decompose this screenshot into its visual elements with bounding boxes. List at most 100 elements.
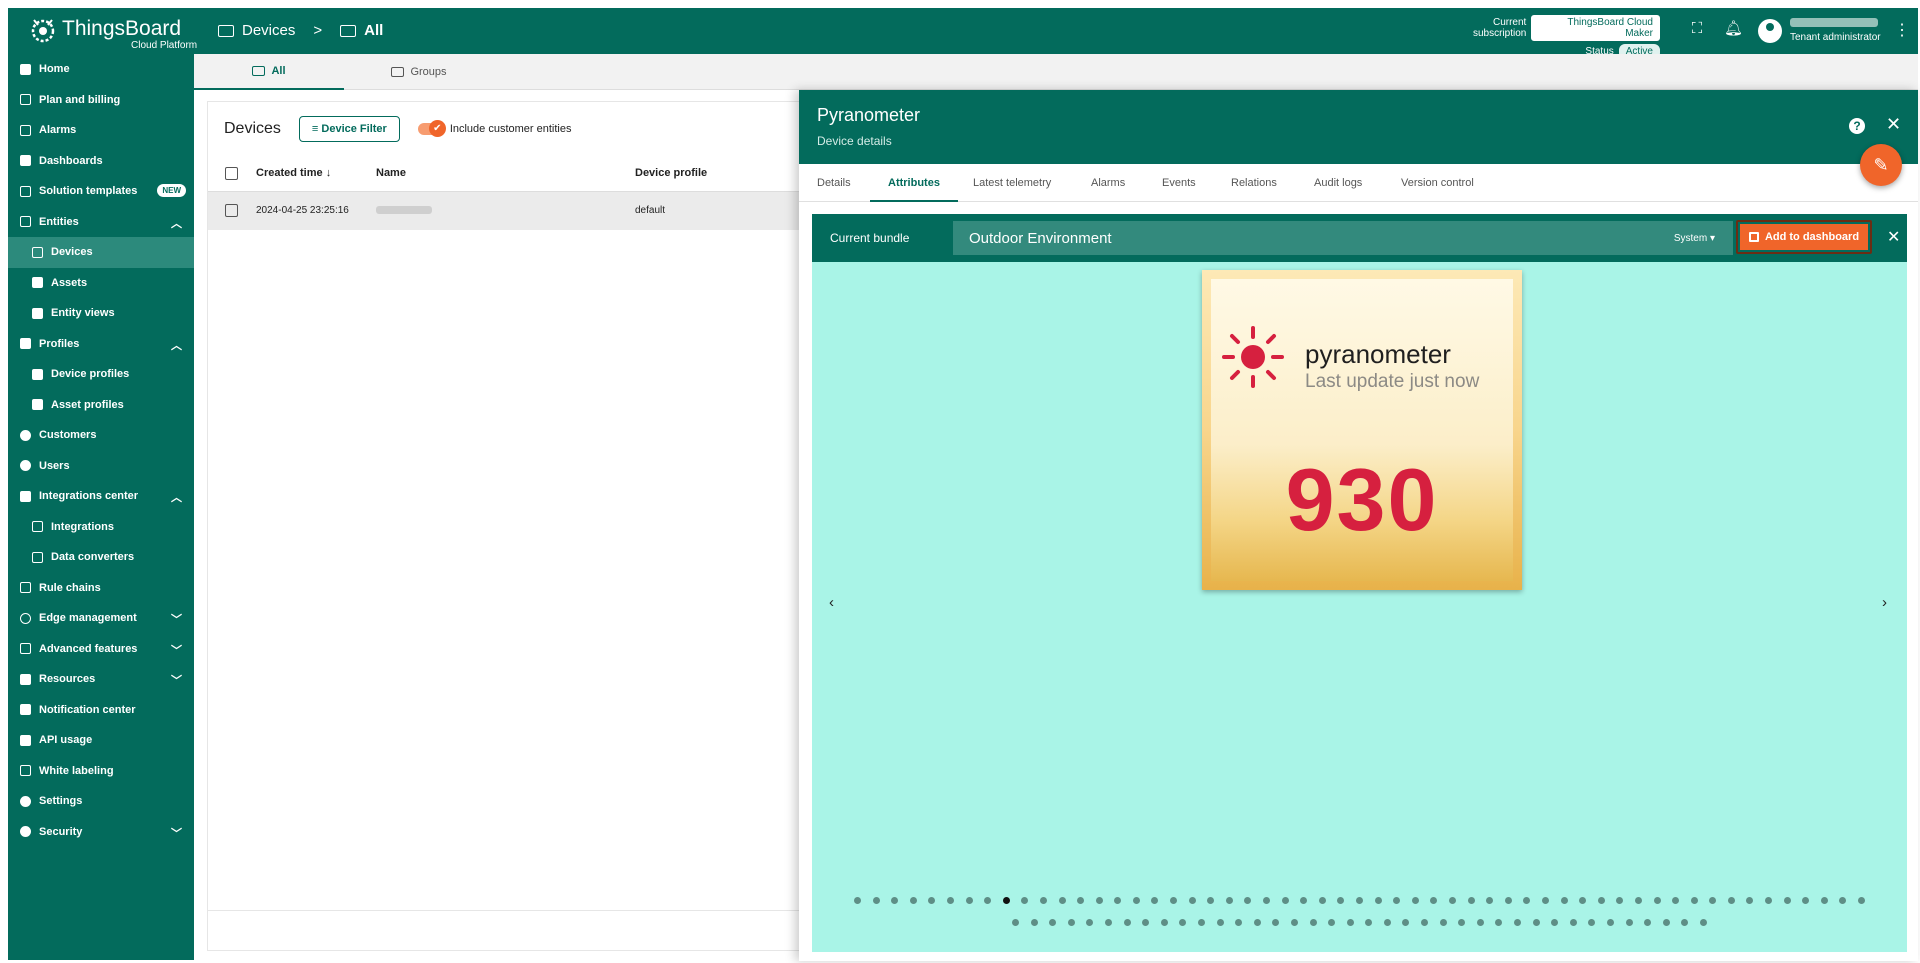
pagination-dot[interactable]: [1765, 897, 1773, 904]
pagination-dot[interactable]: [1346, 919, 1354, 926]
pagination-dot[interactable]: [1486, 897, 1494, 904]
select-all-checkbox[interactable]: [225, 167, 238, 180]
tab-alarms[interactable]: Alarms: [1091, 164, 1125, 202]
sidebar-item-dashboards[interactable]: Dashboards: [8, 146, 194, 177]
logo[interactable]: ThingsBoard Cloud Platform: [28, 14, 198, 51]
pagination-dot[interactable]: [1476, 919, 1484, 926]
pagination-dot[interactable]: [1727, 897, 1735, 904]
pagination-dot[interactable]: [1653, 897, 1661, 904]
sidebar-item-white-labeling[interactable]: White labeling: [8, 756, 194, 787]
sidebar-item-alarms[interactable]: Alarms: [8, 115, 194, 146]
pagination-dot[interactable]: [1365, 919, 1373, 926]
sidebar-item-devices[interactable]: Devices: [8, 237, 194, 268]
sidebar-item-advanced-features[interactable]: Advanced features ﹀: [8, 634, 194, 665]
tab-all[interactable]: All: [194, 54, 344, 90]
pagination-dot[interactable]: [1021, 897, 1029, 904]
chevron-right-icon[interactable]: ›: [1882, 594, 1887, 611]
bundle-select[interactable]: Outdoor Environment System ▾: [953, 221, 1733, 255]
pagination-dot[interactable]: [1058, 897, 1066, 904]
sidebar-item-home[interactable]: Home: [8, 54, 194, 85]
pagination-dot[interactable]: [1374, 897, 1382, 904]
sidebar-item-api-usage[interactable]: API usage: [8, 725, 194, 756]
pagination-dot[interactable]: [1049, 919, 1057, 926]
sidebar-item-entities[interactable]: Entities ︿: [8, 207, 194, 238]
pagination-dot[interactable]: [1458, 919, 1466, 926]
pagination-dot[interactable]: [872, 897, 880, 904]
help-icon[interactable]: ?: [1849, 118, 1865, 134]
subscription-plan[interactable]: ThingsBoard Cloud Maker: [1531, 15, 1660, 41]
pagination-dot[interactable]: [1402, 919, 1410, 926]
pagination-dot[interactable]: [909, 897, 917, 904]
pagination-dot[interactable]: [1607, 919, 1615, 926]
pagination-dot[interactable]: [1002, 897, 1010, 904]
pagination-dot[interactable]: [1709, 897, 1717, 904]
sidebar-item-entity-views[interactable]: Entity views: [8, 298, 194, 329]
pagination-dot[interactable]: [1439, 919, 1447, 926]
pagination-dot[interactable]: [1095, 897, 1103, 904]
pagination-dot[interactable]: [1411, 897, 1419, 904]
row-checkbox[interactable]: [225, 204, 238, 217]
pagination-dot[interactable]: [1104, 919, 1112, 926]
pagination-dot[interactable]: [1495, 919, 1503, 926]
pagination-dot[interactable]: [1448, 897, 1456, 904]
pagination-dot[interactable]: [1616, 897, 1624, 904]
table-row[interactable]: 2024-04-25 23:25:16 default: [208, 192, 808, 230]
sidebar-item-plan-billing[interactable]: Plan and billing: [8, 85, 194, 116]
pagination-dot[interactable]: [1114, 897, 1122, 904]
pagination-dot[interactable]: [1263, 897, 1271, 904]
pagination-dot[interactable]: [1783, 897, 1791, 904]
pagination-dot[interactable]: [1514, 919, 1522, 926]
pagination-dot[interactable]: [1421, 919, 1429, 926]
sidebar-item-integrations[interactable]: Integrations: [8, 512, 194, 543]
pagination-dot[interactable]: [946, 897, 954, 904]
pagination-dot[interactable]: [1309, 919, 1317, 926]
pagination-dot[interactable]: [1393, 897, 1401, 904]
pagination-dot[interactable]: [1132, 897, 1140, 904]
sidebar-item-assets[interactable]: Assets: [8, 268, 194, 299]
pagination-dot[interactable]: [1151, 897, 1159, 904]
pagination-dot[interactable]: [1123, 919, 1131, 926]
pagination-dot[interactable]: [1467, 897, 1475, 904]
fullscreen-icon[interactable]: ⛶: [1688, 20, 1706, 38]
pagination-dot[interactable]: [1625, 919, 1633, 926]
tab-latest-telemetry[interactable]: Latest telemetry: [973, 164, 1051, 202]
tab-groups[interactable]: Groups: [344, 54, 494, 90]
pagination-dot[interactable]: [1532, 919, 1540, 926]
pagination-dot[interactable]: [1337, 897, 1345, 904]
pagination-dot[interactable]: [1644, 919, 1652, 926]
sidebar-item-resources[interactable]: Resources ﹀: [8, 664, 194, 695]
pagination-dot[interactable]: [1067, 919, 1075, 926]
sidebar-item-users[interactable]: Users: [8, 451, 194, 482]
sidebar-item-settings[interactable]: Settings: [8, 786, 194, 817]
notifications-icon[interactable]: 🔔︎: [1724, 20, 1743, 38]
close-icon[interactable]: ✕: [1886, 114, 1901, 135]
sidebar-item-data-converters[interactable]: Data converters: [8, 542, 194, 573]
pagination-dot[interactable]: [984, 897, 992, 904]
pagination-dot[interactable]: [891, 897, 899, 904]
pagination-dot[interactable]: [1588, 919, 1596, 926]
sidebar-item-profiles[interactable]: Profiles ︿: [8, 329, 194, 360]
pagination-dot[interactable]: [1012, 919, 1020, 926]
pagination-dot[interactable]: [1356, 897, 1363, 904]
sidebar-item-edge-management[interactable]: Edge management ﹀: [8, 603, 194, 634]
bundle-scope[interactable]: System ▾: [1674, 233, 1715, 244]
pagination-dot[interactable]: [1328, 919, 1336, 926]
column-created-time[interactable]: Created time ↓: [256, 167, 331, 179]
sidebar-item-integrations-center[interactable]: Integrations center ︿: [8, 481, 194, 512]
sidebar-item-customers[interactable]: Customers: [8, 420, 194, 451]
tab-events[interactable]: Events: [1162, 164, 1196, 202]
sidebar-item-security[interactable]: Security ﹀: [8, 817, 194, 848]
pagination-dot[interactable]: [1746, 897, 1754, 904]
tab-details[interactable]: Details: [817, 164, 851, 202]
pagination-dot[interactable]: [1699, 919, 1707, 926]
pagination-dot[interactable]: [1160, 919, 1168, 926]
sidebar-item-notification-center[interactable]: Notification center: [8, 695, 194, 726]
pagination-dot[interactable]: [1690, 897, 1698, 904]
pagination-dot[interactable]: [1272, 919, 1280, 926]
pagination-dot[interactable]: [1523, 897, 1531, 904]
pagination-dot[interactable]: [853, 897, 861, 904]
pagination-dot[interactable]: [1802, 897, 1810, 904]
pagination-dot[interactable]: [1235, 919, 1243, 926]
include-customer-toggle[interactable]: Include customer entities: [417, 120, 571, 137]
pagination-dot[interactable]: [1290, 919, 1298, 926]
